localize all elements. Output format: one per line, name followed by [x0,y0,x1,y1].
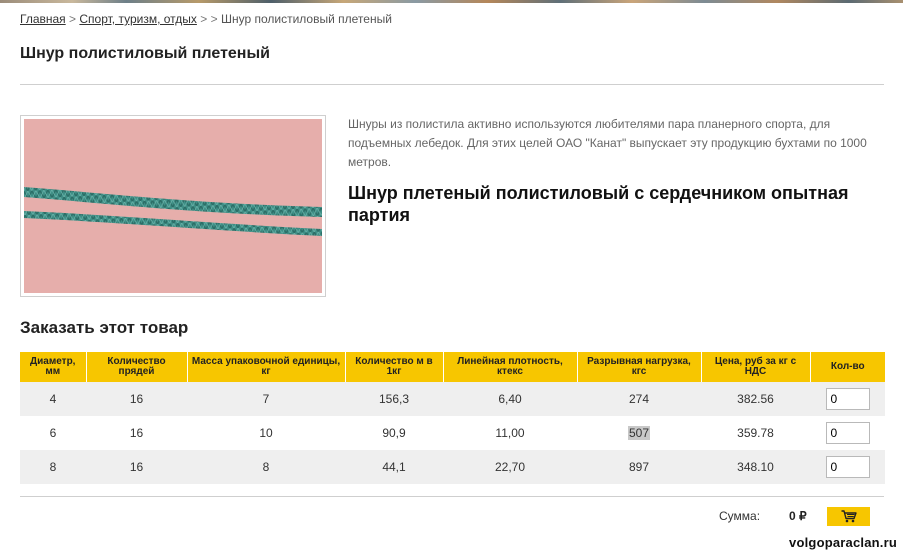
breadcrumb-separator: > [69,12,77,26]
table-divider [20,496,884,497]
breadcrumb: Главная > Спорт, туризм, отдых > > Шнур … [20,12,392,26]
cell-density: 22,70 [443,450,577,484]
cell-price: 359.78 [701,416,810,450]
breadcrumb-separator: > [200,12,208,26]
cell-load: 274 [577,382,701,416]
table-header-row: Диаметр, мм Количество прядей Масса упак… [20,352,885,382]
cell-diameter: 6 [20,416,86,450]
product-photo-frame[interactable] [20,115,326,297]
cell-diameter: 8 [20,450,86,484]
column-header-strands: Количество прядей [86,352,188,382]
column-header-quantity: Кол-во [810,352,885,382]
cell-diameter: 4 [20,382,86,416]
cell-quantity [810,416,885,450]
cell-price: 382.56 [701,382,810,416]
cell-density: 6,40 [443,382,577,416]
product-subtitle: Шнур плетеный полистиловый с сердечником… [348,183,849,225]
page-title: Шнур полистиловый плетеный [20,45,270,62]
cart-icon [841,510,857,523]
order-table: Диаметр, мм Количество прядей Масса упак… [20,352,885,484]
column-header-meters: Количество м в 1кг [345,352,444,382]
braided-cord-image [24,119,322,293]
cell-price: 348.10 [701,450,810,484]
table-row: 8 16 8 44,1 22,70 897 348.10 [20,450,885,484]
column-header-density: Линейная плотность, ктекс [443,352,578,382]
column-header-mass: Масса упаковочной единицы, кг [187,352,346,382]
table-row: 6 16 10 90,9 11,00 507 359.78 [20,416,885,450]
order-section-title: Заказать этот товар [20,318,189,337]
product-photo [24,119,322,293]
cell-mass: 8 [187,450,345,484]
cell-mass: 7 [187,382,345,416]
cell-load: 507 [577,416,701,450]
site-watermark: volgoparaclan.ru [789,535,897,550]
cell-strands: 16 [86,382,187,416]
cell-meters: 156,3 [345,382,443,416]
quantity-input[interactable] [825,456,870,478]
sum-value: 0 ₽ [789,509,807,523]
column-header-load: Разрывная нагрузка, кгс [577,352,702,382]
breadcrumb-category-link[interactable]: Спорт, туризм, отдых [79,12,197,26]
cell-meters: 44,1 [345,450,443,484]
breadcrumb-current: Шнур полистиловый плетеный [220,12,392,26]
breadcrumb-separator: > [210,12,218,26]
cell-strands: 16 [86,416,187,450]
column-header-price: Цена, руб за кг с НДС [701,352,811,382]
quantity-input[interactable] [825,388,870,410]
cell-quantity [810,382,885,416]
cell-density: 11,00 [443,416,577,450]
product-description: Шнуры из полистила активно используются … [348,117,867,169]
column-header-diameter: Диаметр, мм [20,352,87,382]
top-decoration-strip [0,0,903,3]
highlighted-load-value: 507 [627,426,651,440]
breadcrumb-home-link[interactable]: Главная [20,12,66,26]
cell-meters: 90,9 [345,416,443,450]
cell-quantity [810,450,885,484]
cell-load: 897 [577,450,701,484]
quantity-input[interactable] [825,422,870,444]
cell-mass: 10 [187,416,345,450]
table-row: 4 16 7 156,3 6,40 274 382.56 [20,382,885,416]
add-to-cart-button[interactable] [827,507,870,526]
cell-strands: 16 [86,450,187,484]
title-divider [20,84,884,85]
sum-label: Сумма: [719,509,761,523]
